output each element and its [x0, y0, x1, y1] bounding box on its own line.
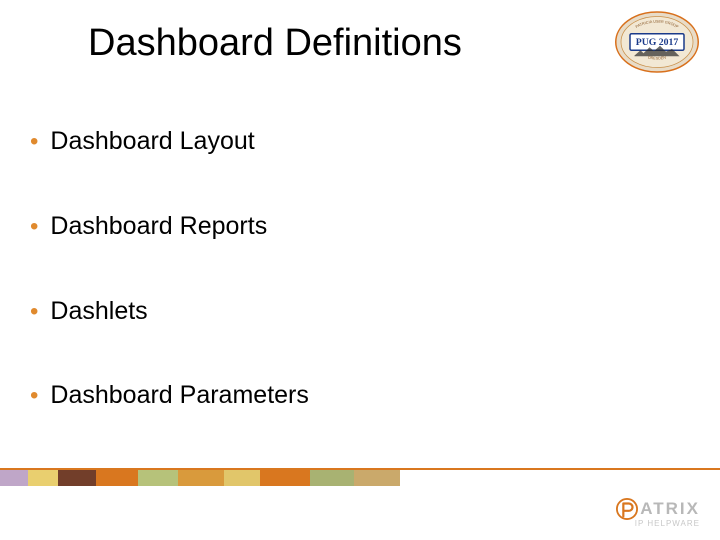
list-item: • Dashboard Parameters: [30, 380, 680, 411]
list-item: • Dashboard Layout: [30, 126, 680, 157]
footer-segment: [354, 470, 400, 486]
badge-icon: PUG 2017 PATRICIA USER GROUP DRESDEN: [612, 8, 702, 76]
footer-segment: [224, 470, 260, 486]
footer-segment: [28, 470, 58, 486]
footer-segment: [138, 470, 178, 486]
footer-segment: [0, 470, 28, 486]
event-badge: PUG 2017 PATRICIA USER GROUP DRESDEN: [612, 8, 702, 76]
footer-segment: [310, 470, 354, 486]
bullet-text: Dashboard Parameters: [50, 380, 308, 410]
footer-segment: [58, 470, 96, 486]
badge-label-text: PUG 2017: [636, 37, 679, 48]
footer-segment: [178, 470, 224, 486]
company-logo: ATRIX IP HELPWARE: [616, 498, 700, 528]
bullet-icon: •: [30, 128, 38, 157]
footer-segment: [260, 470, 310, 486]
bullet-icon: •: [30, 213, 38, 242]
bullet-icon: •: [30, 298, 38, 327]
logo-p-icon: [616, 498, 638, 520]
list-item: • Dashlets: [30, 296, 680, 327]
footer-color-bar: [0, 470, 400, 486]
svg-text:DRESDEN: DRESDEN: [648, 56, 667, 61]
bullet-text: Dashboard Layout: [50, 126, 254, 156]
footer-segment: [96, 470, 138, 486]
logo-main: ATRIX: [616, 498, 700, 520]
logo-subtitle: IP HELPWARE: [635, 519, 700, 528]
bullet-text: Dashboard Reports: [50, 211, 267, 241]
bullet-icon: •: [30, 382, 38, 411]
logo-text: ATRIX: [640, 499, 700, 519]
bullet-list: • Dashboard Layout • Dashboard Reports •…: [30, 126, 680, 465]
slide-title: Dashboard Definitions: [88, 22, 462, 65]
bullet-text: Dashlets: [50, 296, 147, 326]
list-item: • Dashboard Reports: [30, 211, 680, 242]
